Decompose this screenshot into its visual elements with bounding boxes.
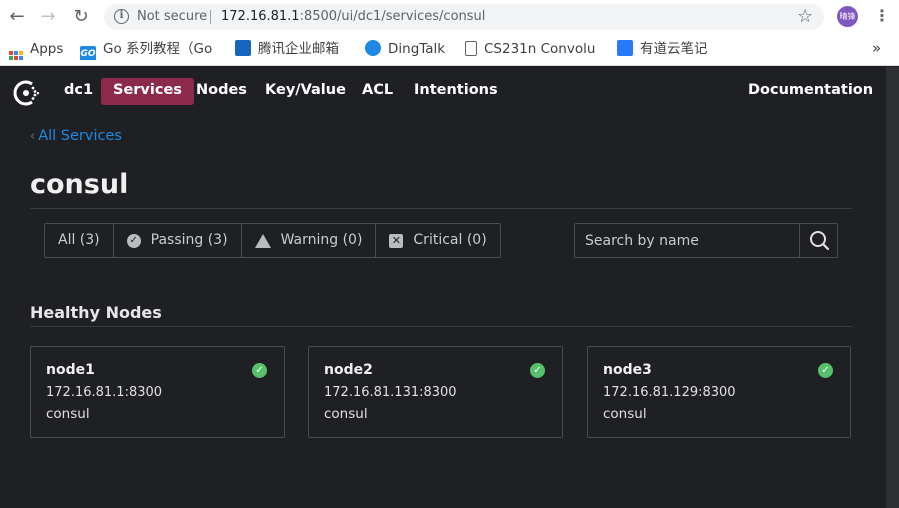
- search-box: [574, 223, 838, 258]
- nav-intentions[interactable]: Intentions: [414, 78, 498, 105]
- bookmark-label: Go 系列教程（Go: [103, 41, 213, 57]
- chevron-left-icon: ‹: [30, 129, 36, 144]
- critical-x-icon: ✕: [389, 233, 404, 248]
- youdao-note-icon: [617, 40, 633, 56]
- forward-arrow-icon[interactable]: →: [37, 6, 59, 28]
- passing-check-icon: ✓: [530, 363, 545, 378]
- not-secure-label: Not secure: [137, 9, 208, 24]
- bookmark-star-icon[interactable]: ☆: [797, 6, 813, 27]
- reload-icon[interactable]: ↻: [70, 6, 92, 28]
- browser-menu-icon[interactable]: ⋮: [874, 6, 890, 25]
- url-host: 172.16.81.1: [221, 9, 300, 24]
- apps-grid-icon: [9, 51, 23, 60]
- bookmark-label: 有道云笔记: [640, 41, 708, 57]
- profile-avatar[interactable]: 晴锋: [837, 6, 858, 27]
- node-address: 172.16.81.1:8300: [46, 385, 163, 400]
- bookmark-youdao-note[interactable]: 有道云笔记: [617, 40, 708, 60]
- node-service: consul: [324, 406, 368, 422]
- nav-nodes[interactable]: Nodes: [196, 78, 247, 105]
- info-icon[interactable]: i: [114, 9, 129, 24]
- nav-documentation[interactable]: Documentation: [748, 78, 873, 105]
- health-filter-group: All (3) ✓ Passing (3) Warning (0) ✕ Critic…: [44, 223, 501, 258]
- bookmark-cs231n[interactable]: CS231n Convolu: [465, 40, 601, 60]
- filter-warning-button[interactable]: Warning (0): [242, 224, 377, 257]
- dingtalk-icon: [365, 40, 381, 56]
- bookmark-label: CS231n Convolu: [484, 41, 596, 57]
- node-card[interactable]: node3 ✓ 172.16.81.129:8300 consul: [587, 346, 851, 438]
- nav-key-value[interactable]: Key/Value: [265, 78, 346, 105]
- check-circle-icon: ✓: [126, 233, 141, 248]
- filter-passing-button[interactable]: ✓ Passing (3): [114, 224, 242, 257]
- healthy-nodes-heading: Healthy Nodes: [30, 303, 162, 322]
- section-divider: [30, 326, 852, 327]
- go-icon: GO: [80, 46, 96, 60]
- back-arrow-icon[interactable]: ←: [6, 6, 28, 28]
- nav-acl[interactable]: ACL: [362, 78, 393, 105]
- node-card[interactable]: node2 ✓ 172.16.81.131:8300 consul: [308, 346, 563, 438]
- node-service: consul: [46, 406, 90, 422]
- bookmark-label: DingTalk: [388, 41, 446, 57]
- url-path: :8500/ui/dc1/services/consul: [299, 9, 486, 24]
- nav-services[interactable]: Services: [101, 78, 194, 105]
- search-button[interactable]: [799, 224, 837, 257]
- url-divider: [210, 10, 211, 24]
- bookmark-tencent-mail[interactable]: 腾讯企业邮箱: [235, 40, 339, 60]
- filter-warning-label: Warning (0): [280, 232, 363, 248]
- node-name: node2: [324, 362, 373, 378]
- datacenter-selector[interactable]: dc1: [64, 78, 93, 105]
- bookmarks-overflow-icon[interactable]: »: [872, 39, 881, 57]
- node-address: 172.16.81.129:8300: [603, 385, 736, 400]
- title-divider: [30, 208, 852, 209]
- consul-logo-icon[interactable]: [12, 79, 40, 107]
- search-icon: [810, 231, 830, 251]
- consul-app: dc1 Services Nodes Key/Value ACL Intenti…: [0, 67, 886, 508]
- filter-all-label: All (3): [58, 232, 100, 248]
- node-card[interactable]: node1 ✓ 172.16.81.1:8300 consul: [30, 346, 285, 438]
- bookmark-apps[interactable]: Apps: [9, 40, 63, 60]
- bookmark-dingtalk[interactable]: DingTalk: [365, 40, 445, 60]
- bookmark-label: Apps: [30, 41, 64, 57]
- node-service: consul: [603, 406, 647, 422]
- filter-all-button[interactable]: All (3): [45, 224, 114, 257]
- all-services-link[interactable]: ‹ All Services: [30, 128, 122, 144]
- filter-critical-button[interactable]: ✕ Critical (0): [376, 224, 499, 257]
- bookmark-go-tutorial[interactable]: GO Go 系列教程（Go: [80, 40, 216, 60]
- page-title: consul: [30, 169, 129, 200]
- filter-critical-label: Critical (0): [413, 232, 487, 248]
- tencent-mail-icon: [235, 40, 251, 56]
- search-input[interactable]: [575, 224, 799, 257]
- node-name: node1: [46, 362, 95, 378]
- all-services-label: All Services: [38, 128, 122, 144]
- url-text[interactable]: 172.16.81.1:8500/ui/dc1/services/consul: [221, 9, 485, 24]
- page-scrollbar[interactable]: [886, 67, 899, 508]
- warning-triangle-icon: [254, 233, 271, 248]
- node-name: node3: [603, 362, 652, 378]
- passing-check-icon: ✓: [818, 363, 833, 378]
- page-icon: [465, 41, 477, 56]
- bookmarks-bar: Apps GO Go 系列教程（Go 腾讯企业邮箱 DingTalk CS231n…: [0, 34, 899, 66]
- passing-check-icon: ✓: [252, 363, 267, 378]
- bookmark-label: 腾讯企业邮箱: [258, 41, 339, 57]
- address-bar[interactable]: i Not secure 172.16.81.1:8500/ui/dc1/ser…: [104, 4, 824, 30]
- node-address: 172.16.81.131:8300: [324, 385, 457, 400]
- filter-passing-label: Passing (3): [150, 232, 228, 248]
- browser-toolbar: ← → ↻ i Not secure 172.16.81.1:8500/ui/d…: [0, 0, 899, 34]
